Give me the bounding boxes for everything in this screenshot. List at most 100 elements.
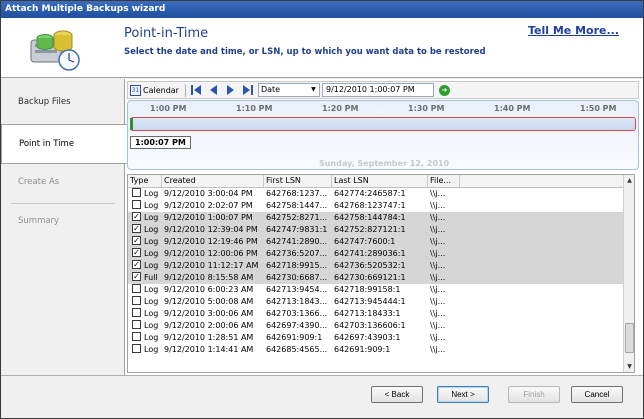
timeline-date: Sunday, September 12, 2010 xyxy=(318,159,450,168)
column-header-type[interactable]: Type xyxy=(128,175,162,187)
nav-step-summary: Summary xyxy=(18,216,60,226)
table-row[interactable]: ✓ Log 9/12/2010 12:19:46 PM 642741:2890... 6… xyxy=(128,236,624,248)
row-type-cell: ✓ Full xyxy=(128,272,162,284)
row-file-cell: \\j... xyxy=(430,345,446,354)
go-icon[interactable]: ➜ xyxy=(438,84,450,96)
row-checkbox[interactable] xyxy=(132,308,141,317)
nav-step-point-in-time[interactable]: Point in Time xyxy=(1,124,127,164)
mode-select-value: Date xyxy=(260,85,281,94)
row-type: Log xyxy=(144,285,159,294)
row-file-cell: \\j... xyxy=(430,261,446,270)
next-icon[interactable] xyxy=(224,84,237,97)
row-type: Log xyxy=(144,309,159,318)
row-last-cell: 642713:945444:1 xyxy=(334,297,406,306)
row-created-cell: 9/12/2010 8:15:58 AM xyxy=(164,273,254,282)
scroll-up-icon[interactable]: ▲ xyxy=(624,175,634,186)
row-checkbox[interactable] xyxy=(132,200,141,209)
row-type: Log xyxy=(144,225,159,234)
timeline-track[interactable] xyxy=(130,117,636,131)
nav-step-backup-files[interactable]: Backup Files xyxy=(1,97,125,107)
last-icon[interactable] xyxy=(241,84,254,97)
row-checkbox[interactable]: ✓ xyxy=(132,272,141,281)
row-last-cell: 642697:43903:1 xyxy=(334,333,401,342)
column-header-file[interactable]: File... xyxy=(428,175,460,187)
row-first-cell: 642758:1447... xyxy=(266,201,328,210)
row-file-cell: \\j... xyxy=(430,249,446,258)
column-header-last-lsn[interactable]: Last LSN xyxy=(332,175,428,187)
timeline-tick: 1:40 PM xyxy=(494,104,531,113)
row-file-cell: \\j... xyxy=(430,297,446,306)
table-row[interactable]: Log 9/12/2010 6:00:23 AM 642713:9454... 642… xyxy=(128,284,624,296)
backups-table: Type Created First LSN Last LSN File... … xyxy=(127,174,635,373)
table-row[interactable]: Log 9/12/2010 3:00:06 AM 642703:1366... 642… xyxy=(128,308,624,320)
timeline-tick: 1:50 PM xyxy=(580,104,617,113)
column-header-created[interactable]: Created xyxy=(162,175,264,187)
row-first-cell: 642741:2890... xyxy=(266,237,328,246)
row-checkbox[interactable]: ✓ xyxy=(132,260,141,269)
row-created-cell: 9/12/2010 12:39:04 PM xyxy=(164,225,258,234)
table-scrollbar[interactable]: ▲ ▼ xyxy=(623,175,634,372)
table-row[interactable]: ✓ Log 9/12/2010 12:00:06 PM 642736:5207... 6… xyxy=(128,248,624,260)
row-checkbox[interactable] xyxy=(132,320,141,329)
scroll-down-icon[interactable]: ▼ xyxy=(624,361,634,372)
row-type-cell: Log xyxy=(128,308,162,320)
table-row[interactable]: Log 9/12/2010 1:28:51 AM 642691:909:1 64269… xyxy=(128,332,624,344)
row-checkbox[interactable]: ✓ xyxy=(132,212,141,221)
datetime-input[interactable]: 9/12/2010 1:00:07 PM xyxy=(321,83,434,97)
back-button[interactable]: < Back xyxy=(371,386,423,403)
column-header-first-lsn[interactable]: First LSN xyxy=(264,175,332,187)
row-checkbox[interactable] xyxy=(132,296,141,305)
tell-me-more-link[interactable]: Tell Me More... xyxy=(528,24,619,37)
row-created-cell: 9/12/2010 5:00:08 AM xyxy=(164,297,254,306)
row-checkbox[interactable]: ✓ xyxy=(132,236,141,245)
row-checkbox[interactable]: ✓ xyxy=(132,248,141,257)
row-checkbox[interactable] xyxy=(132,284,141,293)
table-row[interactable]: Log 9/12/2010 2:00:06 AM 642697:4390... 642… xyxy=(128,320,624,332)
row-first-cell: 642730:6687... xyxy=(266,273,328,282)
row-checkbox[interactable] xyxy=(132,332,141,341)
row-type-cell: Log xyxy=(128,284,162,296)
table-row[interactable]: ✓ Log 9/12/2010 12:39:04 PM 642747:9831:1 64… xyxy=(128,224,624,236)
row-file-cell: \\j... xyxy=(430,213,446,222)
row-last-cell: 642713:18433:1 xyxy=(334,309,401,318)
row-created-cell: 9/12/2010 1:28:51 AM xyxy=(164,333,254,342)
table-row[interactable]: ✓ Full 9/12/2010 8:15:58 AM 642730:6687... 6… xyxy=(128,272,624,284)
table-row[interactable]: Log 9/12/2010 3:00:04 PM 642768:1237... 642… xyxy=(128,188,624,200)
row-checkbox[interactable] xyxy=(132,188,141,197)
table-row[interactable]: Log 9/12/2010 2:02:07 PM 642758:1447... 642… xyxy=(128,200,624,212)
row-type: Log xyxy=(144,345,159,354)
previous-icon[interactable] xyxy=(207,84,220,97)
nav-step-create-as: Create As xyxy=(18,177,60,187)
row-created-cell: 9/12/2010 3:00:06 AM xyxy=(164,309,254,318)
calendar-button[interactable]: 31 Calendar xyxy=(130,84,179,96)
cancel-button[interactable]: Cancel xyxy=(571,386,623,403)
row-last-cell: 642752:827121:1 xyxy=(334,225,406,234)
row-checkbox[interactable]: ✓ xyxy=(132,224,141,233)
wizard-window: Attach Multiple Backups wizard Point-in-… xyxy=(0,0,644,419)
scroll-thumb[interactable] xyxy=(625,323,634,353)
toolbar-separator xyxy=(184,83,186,97)
row-checkbox[interactable] xyxy=(132,344,141,353)
table-row[interactable]: ✓ Log 9/12/2010 1:00:07 PM 642752:8271... 64… xyxy=(128,212,624,224)
database-backup-icon xyxy=(30,30,80,71)
row-created-cell: 9/12/2010 1:14:41 AM xyxy=(164,345,254,354)
row-type-cell: Log xyxy=(128,320,162,332)
table-row[interactable]: Log 9/12/2010 5:00:08 AM 642713:1843... 642… xyxy=(128,296,624,308)
timeline-panel[interactable]: 1:00 PM 1:10 PM 1:20 PM 1:30 PM 1:40 PM … xyxy=(127,100,639,170)
row-file-cell: \\j... xyxy=(430,189,446,198)
timeline-marker[interactable] xyxy=(130,118,133,130)
table-row[interactable]: ✓ Log 9/12/2010 11:12:17 AM 642718:9915... 6… xyxy=(128,260,624,272)
chevron-down-icon: ▼ xyxy=(311,86,316,93)
window-title: Attach Multiple Backups wizard xyxy=(1,1,643,18)
page-title: Point-in-Time xyxy=(124,26,209,41)
table-row[interactable]: Log 9/12/2010 1:14:41 AM 642685:4565... 642… xyxy=(128,344,624,356)
next-button[interactable]: Next > xyxy=(437,386,489,403)
wizard-header: Point-in-Time Select the date and time, … xyxy=(1,18,643,78)
first-icon[interactable] xyxy=(190,84,203,97)
row-file-cell: \\j... xyxy=(430,285,446,294)
row-type-cell: ✓ Log xyxy=(128,248,162,260)
row-type-cell: ✓ Log xyxy=(128,212,162,224)
mode-select[interactable]: Date ▼ xyxy=(257,83,320,97)
table-body: Log 9/12/2010 3:00:04 PM 642768:1237... 642… xyxy=(128,188,624,356)
row-file-cell: \\j... xyxy=(430,201,446,210)
